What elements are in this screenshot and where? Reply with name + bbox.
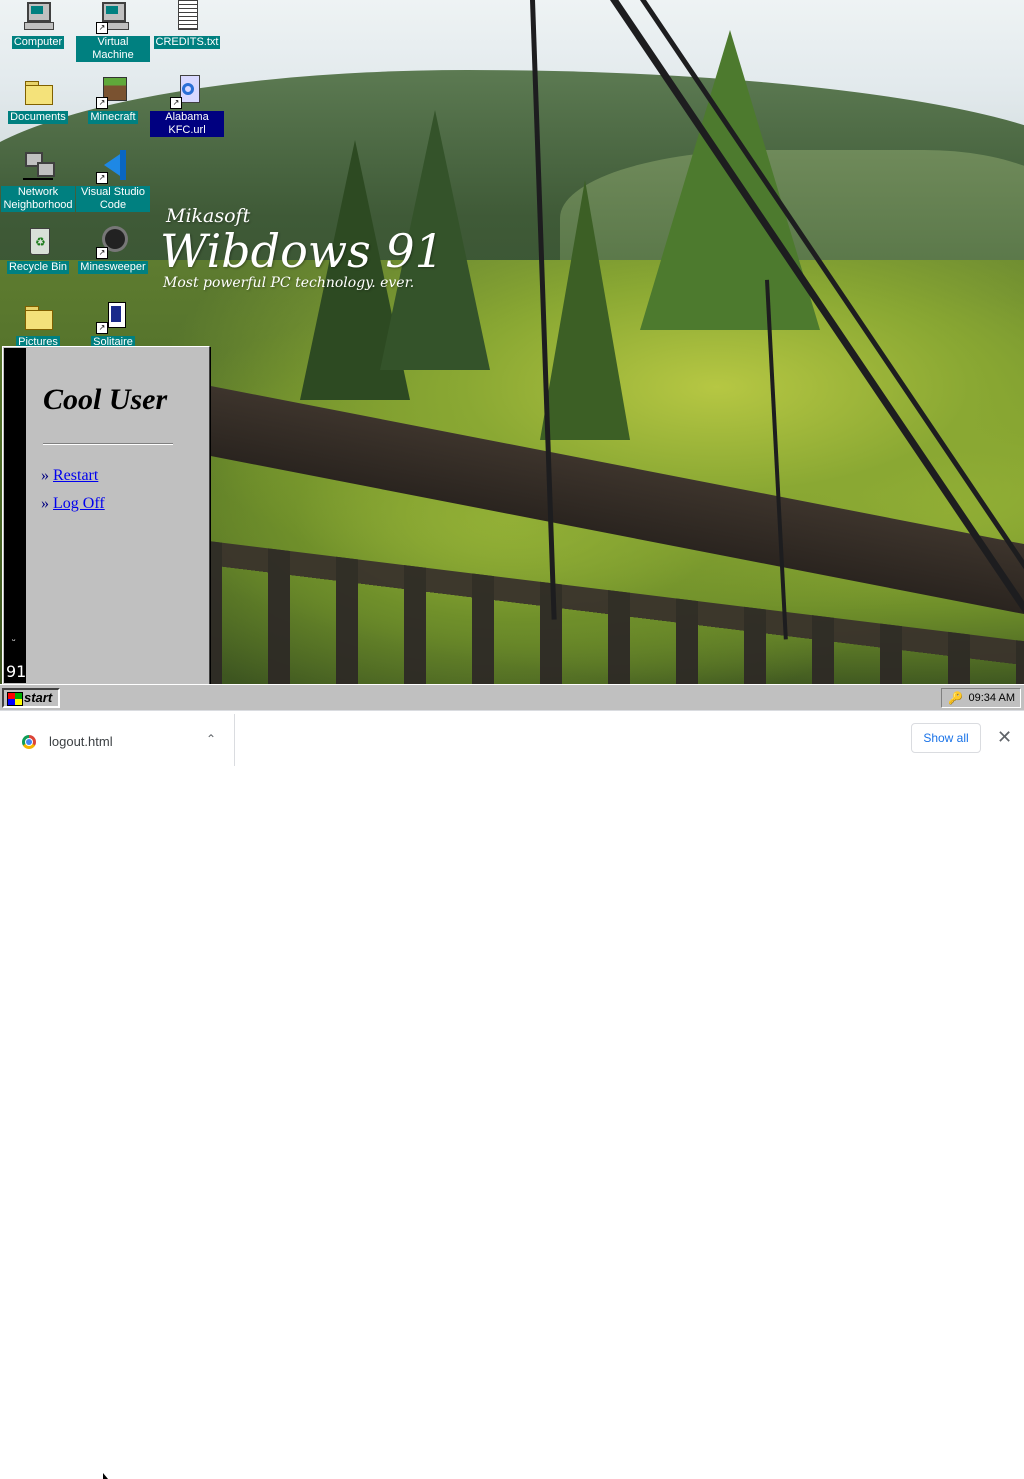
taskbar: start 🔑 09:34 AM [0, 684, 1024, 710]
system-tray: 🔑 09:34 AM [941, 688, 1021, 708]
start-menu-item-restart[interactable]: » Restart [41, 467, 98, 485]
log-off-link[interactable]: Log Off [53, 495, 105, 512]
desktop-icon-alabama-kfc[interactable]: ↗ Alabama KFC.url [150, 75, 224, 137]
solitaire-icon: ↗ [96, 300, 130, 334]
splash-title: Wibdows 91 [160, 224, 444, 278]
start-button[interactable]: start [2, 688, 60, 708]
recycle-bin-icon: ♻ [21, 225, 55, 259]
desktop-icon-documents[interactable]: Documents [1, 75, 75, 124]
start-menu-side-dot: ᵕ [12, 635, 16, 645]
start-label: start [24, 690, 53, 705]
start-menu-side-banner: ᵕ 91 [4, 348, 26, 683]
clock[interactable]: 09:34 AM [969, 692, 1015, 704]
text-file-icon [170, 0, 204, 34]
desktop-icon-credits[interactable]: CREDITS.txt [150, 0, 224, 49]
windows-logo-icon [7, 692, 23, 706]
key-icon[interactable]: 🔑 [948, 689, 963, 707]
desktop-icon-pictures[interactable]: Pictures [1, 300, 75, 349]
minesweeper-icon: ↗ [96, 225, 130, 259]
desktop-icon-recycle-bin[interactable]: ♻ Recycle Bin [1, 225, 75, 274]
chevron-up-icon[interactable]: ⌃ [206, 732, 216, 746]
start-menu: ᵕ 91 Cool User » Restart » Log Off [2, 346, 210, 684]
wibdows-splash: Mikasoft Wibdows 91 Most powerful PC tec… [160, 205, 444, 291]
wallpaper-pine [540, 180, 630, 440]
desktop[interactable]: Computer ↗ Virtual Machine CREDITS.txt D… [0, 0, 1024, 684]
minecraft-icon: ↗ [96, 75, 130, 109]
download-file-name[interactable]: logout.html [49, 734, 113, 749]
computer-icon [21, 0, 55, 34]
vscode-icon: ↗ [96, 150, 130, 184]
folder-icon [21, 300, 55, 334]
start-menu-user-name: Cool User [43, 383, 168, 416]
desktop-icon-minecraft[interactable]: ↗ Minecraft [76, 75, 150, 124]
menu-bullet: » [41, 467, 49, 484]
desktop-icon-network[interactable]: Network Neighborhood [1, 150, 75, 212]
desktop-icon-minesweeper[interactable]: ↗ Minesweeper [76, 225, 150, 274]
start-menu-side-label: 91 [6, 662, 27, 681]
desktop-icon-computer[interactable]: Computer [1, 0, 75, 49]
internet-shortcut-icon: ↗ [170, 75, 204, 109]
virtual-machine-icon: ↗ [96, 0, 130, 34]
start-menu-separator [43, 443, 173, 445]
start-menu-item-log-off[interactable]: » Log Off [41, 495, 105, 513]
restart-link[interactable]: Restart [53, 467, 98, 484]
desktop-icon-virtual-machine[interactable]: ↗ Virtual Machine [76, 0, 150, 62]
mouse-cursor-icon [103, 1473, 108, 1479]
download-item[interactable]: logout.html ⌃ [3, 714, 235, 766]
splash-tagline: Most powerful PC technology. ever. [163, 275, 415, 291]
close-icon[interactable]: ✕ [997, 727, 1012, 748]
download-bar: logout.html ⌃ Show all ✕ [0, 710, 1024, 1479]
network-icon [21, 150, 55, 184]
show-all-button[interactable]: Show all [911, 723, 981, 753]
chrome-icon [22, 735, 36, 749]
menu-bullet: » [41, 495, 49, 512]
desktop-icon-solitaire[interactable]: ↗ Solitaire [76, 300, 150, 349]
folder-icon [21, 75, 55, 109]
desktop-icon-vscode[interactable]: ↗ Visual Studio Code [76, 150, 150, 212]
